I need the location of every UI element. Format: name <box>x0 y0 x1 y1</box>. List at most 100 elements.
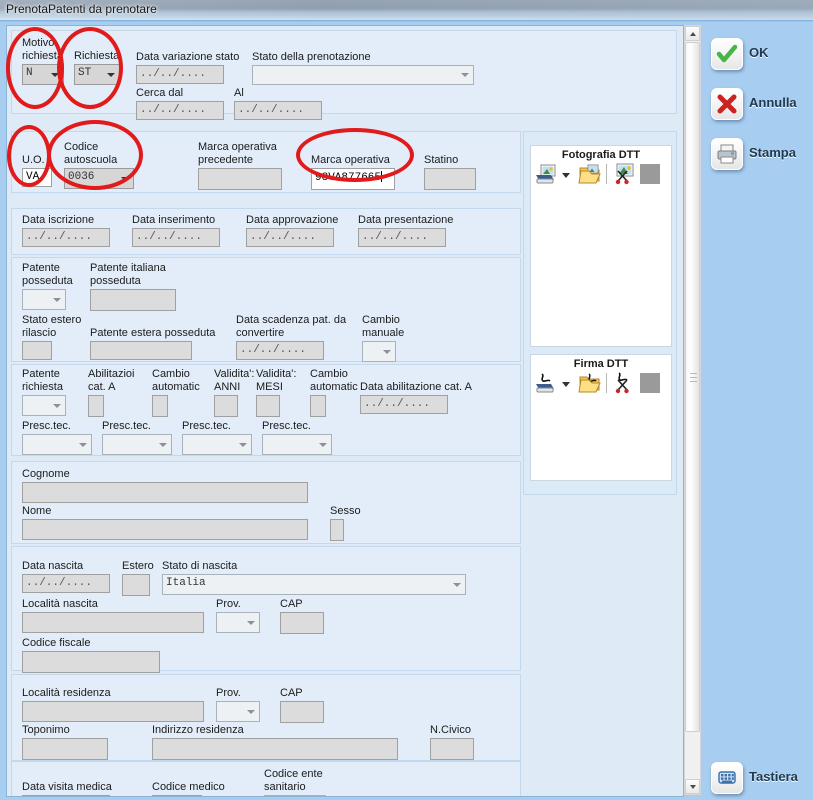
statino-input[interactable] <box>424 168 476 190</box>
label-codice-autoscuola-line1: Codice <box>64 142 98 153</box>
presc-tec-4-combo[interactable] <box>262 434 332 455</box>
stato-nascita-combo[interactable]: Italia <box>162 574 466 595</box>
cambio-automatico-1-input[interactable] <box>152 395 168 417</box>
prov-residenza-combo[interactable] <box>216 701 260 722</box>
richiesta-combo[interactable]: ST <box>74 64 120 85</box>
uo-input[interactable]: VA <box>22 168 52 187</box>
open-folder-signature-icon[interactable] <box>578 371 602 395</box>
label-marca-operativa: Marca operativa <box>311 155 390 166</box>
marca-precedente-input[interactable] <box>198 168 282 190</box>
label-marca-precedente-line2: precedente <box>198 155 253 166</box>
label-cerca-dal: Cerca dal <box>136 88 183 99</box>
chevron-down-icon <box>239 443 247 447</box>
label-data-visita-medica: Data visita medica <box>22 782 112 793</box>
localita-nascita-input[interactable] <box>22 612 204 633</box>
validita-anni-input[interactable] <box>214 395 238 417</box>
chevron-down-icon <box>461 73 469 77</box>
codice-ente-sanitario-combo[interactable] <box>264 795 326 797</box>
chevron-down-icon <box>247 710 255 714</box>
data-abilitazione-cat-a-input[interactable]: ../../.... <box>360 395 448 414</box>
localita-residenza-input[interactable] <box>22 701 204 722</box>
vertical-scrollbar[interactable] <box>684 25 701 795</box>
patente-posseduta-combo[interactable] <box>22 289 66 310</box>
prov-nascita-combo[interactable] <box>216 612 260 633</box>
n-civico-input[interactable] <box>430 738 474 760</box>
label-patente-posseduta-line1: Patente <box>22 263 60 274</box>
scroll-up-button[interactable] <box>685 26 700 41</box>
label-cambio-automatico-2-line1: Cambio <box>310 369 348 380</box>
cap-nascita-input[interactable] <box>280 612 324 634</box>
marca-operativa-input[interactable]: 98VA877665 <box>311 168 395 190</box>
data-inserimento-input[interactable]: ../../.... <box>132 228 220 247</box>
open-folder-icon[interactable] <box>578 162 602 186</box>
dropdown-arrow-icon[interactable] <box>562 382 570 387</box>
stato-prenotazione-combo[interactable] <box>252 65 474 85</box>
green-check-icon <box>711 38 743 70</box>
codice-fiscale-input[interactable] <box>22 651 160 673</box>
label-cambio-automatico-2-line2: automatic <box>310 382 358 393</box>
presc-tec-1-combo[interactable] <box>22 434 92 455</box>
nome-input[interactable] <box>22 519 308 540</box>
cambio-manuale-combo[interactable] <box>362 341 396 362</box>
section-dtt-container: Fotografia DTT <box>523 131 677 495</box>
label-richiesta: Richiesta <box>74 51 119 62</box>
triangle-down-icon <box>690 785 696 789</box>
scan-photo-icon[interactable] <box>534 162 558 186</box>
scrollbar-grip <box>690 377 697 378</box>
toponimo-input[interactable] <box>22 738 108 760</box>
data-presentazione-input[interactable]: ../../.... <box>358 228 446 247</box>
chevron-down-icon <box>247 621 255 625</box>
data-approvazione-input[interactable]: ../../.... <box>246 228 334 247</box>
window-title: PrenotaPatenti da prenotare <box>6 2 157 16</box>
label-uo: U.O. <box>22 155 45 166</box>
keyboard-icon <box>711 762 743 794</box>
tastiera-button-label: Tastiera <box>749 769 798 784</box>
label-data-scadenza-line2: convertire <box>236 328 284 339</box>
presc-tec-3-combo[interactable] <box>182 434 252 455</box>
label-data-abilitazione-cat-a: Data abilitazione cat. A <box>360 382 472 393</box>
cambio-automatico-2-input[interactable] <box>310 395 326 417</box>
estero-input[interactable] <box>122 574 150 596</box>
codice-medico-input[interactable] <box>152 795 202 797</box>
label-stato-estero-line2: rilascio <box>22 328 56 339</box>
cut-signature-icon[interactable] <box>613 371 637 395</box>
data-variazione-stato-input[interactable]: ../../.... <box>136 65 224 84</box>
red-cross-icon <box>711 88 743 120</box>
label-validita-mesi-line1: Validita': <box>256 369 296 380</box>
label-nome: Nome <box>22 506 51 517</box>
al-input[interactable]: ../../.... <box>234 101 322 120</box>
motivo-richiesta-combo[interactable]: N <box>22 64 64 85</box>
cut-photo-icon[interactable] <box>613 162 637 186</box>
window-title-bar[interactable]: PrenotaPatenti da prenotare <box>0 0 813 20</box>
data-visita-medica-input[interactable]: ../../.... <box>22 795 110 797</box>
scan-signature-icon[interactable] <box>534 371 558 395</box>
codice-autoscuola-value: 0036 <box>68 171 94 183</box>
chevron-down-icon <box>51 73 59 77</box>
scrollbar-thumb[interactable] <box>685 42 700 732</box>
cerca-dal-input[interactable]: ../../.... <box>136 101 224 120</box>
patente-richiesta-combo[interactable] <box>22 395 66 416</box>
chevron-down-icon <box>53 404 61 408</box>
window-client-area: Motivo richiesta N Richiesta ST Data var… <box>0 20 813 800</box>
sesso-input[interactable] <box>330 519 344 541</box>
cognome-input[interactable] <box>22 482 308 503</box>
patente-estera-input[interactable] <box>90 341 192 360</box>
data-nascita-input[interactable]: ../../.... <box>22 574 110 593</box>
indirizzo-residenza-input[interactable] <box>152 738 398 760</box>
scroll-down-button[interactable] <box>685 779 700 794</box>
validita-mesi-input[interactable] <box>256 395 280 417</box>
label-cap-residenza: CAP <box>280 688 303 699</box>
label-validita-anni-line2: ANNI <box>214 382 240 393</box>
data-scadenza-input[interactable]: ../../.... <box>236 341 324 360</box>
chevron-down-icon <box>79 443 87 447</box>
printer-icon <box>711 138 743 170</box>
stato-estero-input[interactable] <box>22 341 52 360</box>
abilitazione-cat-a-input[interactable] <box>88 395 104 417</box>
cap-residenza-input[interactable] <box>280 701 324 723</box>
dropdown-arrow-icon[interactable] <box>562 173 570 178</box>
patente-italiana-input[interactable] <box>90 289 176 311</box>
data-iscrizione-input[interactable]: ../../.... <box>22 228 110 247</box>
codice-autoscuola-combo[interactable]: 0036 <box>64 168 134 189</box>
label-presc-tec-4: Presc.tec. <box>262 421 311 432</box>
presc-tec-2-combo[interactable] <box>102 434 172 455</box>
